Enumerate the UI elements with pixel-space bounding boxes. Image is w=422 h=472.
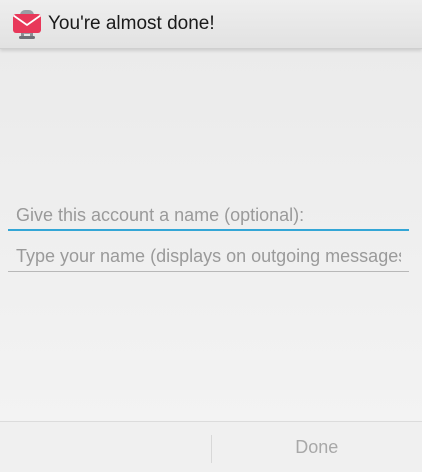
screen-title: You're almost done! (48, 13, 215, 35)
button-bar: Done (0, 421, 422, 472)
left-empty-button (0, 422, 211, 472)
done-button[interactable]: Done (212, 422, 422, 472)
setup-form (0, 49, 422, 421)
k9-mail-envelope-icon (12, 7, 42, 41)
your-name-input[interactable] (8, 242, 409, 272)
action-bar: You're almost done! (0, 0, 422, 49)
account-name-input[interactable] (8, 201, 409, 231)
